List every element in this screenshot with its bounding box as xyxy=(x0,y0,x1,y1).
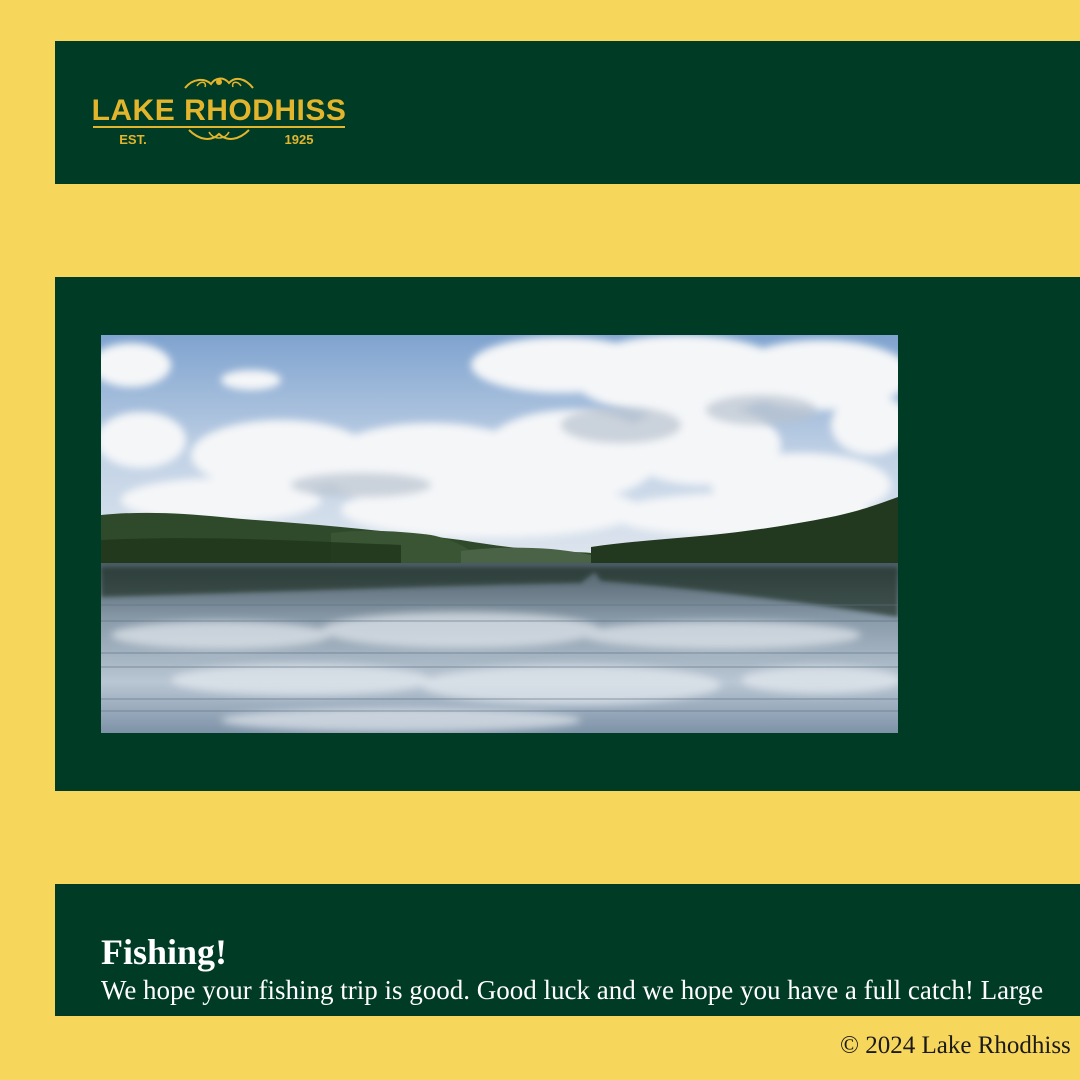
site-footer: © 2024 Lake Rhodhiss xyxy=(0,1016,1080,1080)
lake-rhodhiss-logo[interactable]: LAKE RHODHISS EST. 1925 xyxy=(89,74,349,149)
fishing-section: Fishing! We hope your fishing trip is go… xyxy=(55,884,1080,1016)
page: LAKE RHODHISS EST. 1925 Fishing! We hope… xyxy=(0,0,1080,1080)
logo-title: LAKE RHODHISS xyxy=(92,94,347,127)
fishing-heading: Fishing! xyxy=(101,932,228,972)
lake-landscape-photo xyxy=(101,335,898,733)
fishing-body-text: We hope your fishing trip is good. Good … xyxy=(101,975,1044,1005)
hero-section xyxy=(55,277,1080,791)
logo-year: 1925 xyxy=(285,132,314,147)
logo-est-label: EST. xyxy=(119,132,146,147)
copyright-text: © 2024 Lake Rhodhiss xyxy=(840,1032,1071,1059)
site-header: LAKE RHODHISS EST. 1925 xyxy=(55,41,1080,184)
